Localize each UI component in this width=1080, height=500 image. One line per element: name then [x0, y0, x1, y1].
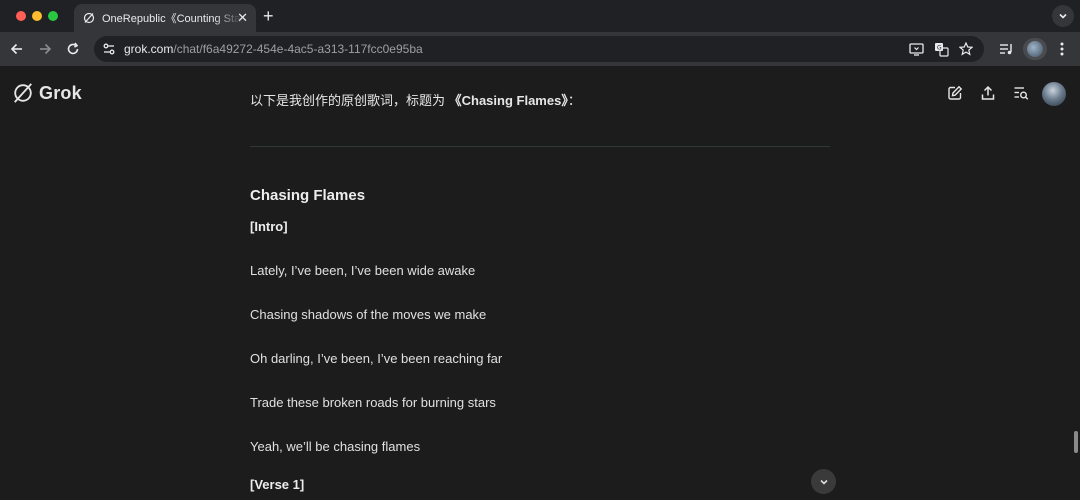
song-title: Chasing Flames — [250, 187, 366, 204]
new-tab-button[interactable]: + — [263, 6, 274, 26]
intro-title: 《Chasing Flames》 — [448, 93, 568, 108]
kebab-menu-icon[interactable] — [1054, 41, 1070, 57]
intro-prefix: 以下是我创作的原创歌词，标题为 — [250, 93, 449, 108]
url-text[interactable]: grok.com/chat/f6a49272-454e-4ac5-a313-11… — [124, 42, 423, 56]
lyric-line: Oh darling, I’ve been, I’ve been reachin… — [250, 351, 503, 366]
section-label-intro: [Intro] — [250, 219, 288, 234]
user-avatar[interactable] — [1042, 82, 1066, 106]
back-button[interactable] — [8, 40, 26, 58]
grok-logo[interactable]: Grok — [12, 82, 82, 104]
close-tab-icon[interactable]: ✕ — [237, 10, 248, 26]
share-icon[interactable] — [979, 84, 997, 102]
media-controls-icon[interactable] — [998, 41, 1014, 57]
tab-title: OneRepublic《Counting Stars》 — [102, 13, 242, 25]
install-app-icon[interactable] — [908, 41, 924, 57]
scroll-to-bottom-button[interactable] — [811, 469, 836, 494]
section-label-verse-1: [Verse 1] — [250, 477, 305, 492]
reload-button[interactable] — [64, 40, 82, 58]
reload-icon — [67, 42, 79, 55]
intro-text: 以下是我创作的原创歌词，标题为 《Chasing Flames》： — [250, 90, 581, 109]
tune-icon[interactable] — [102, 42, 116, 56]
tab-strip: OneRepublic《Counting Stars》 ✕ + — [0, 0, 1080, 32]
grok-page: Grok 以下是我创作的原创歌词，标题为 《Chasing Flames》： C… — [0, 66, 1080, 500]
chevron-down-icon — [1059, 13, 1067, 19]
profile-avatar — [1027, 41, 1043, 57]
close-window-button[interactable] — [16, 11, 26, 21]
maximize-window-button[interactable] — [48, 11, 58, 21]
grok-icon — [14, 83, 32, 103]
grok-icon — [82, 11, 96, 25]
arrow-left-icon — [10, 43, 22, 55]
url-path: /chat/f6a49272-454e-4ac5-a313-117fcc0e95… — [173, 42, 423, 56]
divider — [250, 146, 830, 147]
url-host: grok.com — [124, 42, 174, 56]
browser-tab[interactable]: OneRepublic《Counting Stars》 ✕ — [74, 4, 256, 32]
minimize-window-button[interactable] — [32, 11, 42, 21]
chevron-down-icon — [819, 479, 828, 485]
lyric-line: Trade these broken roads for burning sta… — [250, 395, 496, 410]
star-icon[interactable] — [958, 41, 974, 57]
lyric-line: Lately, I’ve been, I’ve been wide awake — [250, 263, 476, 278]
browser-toolbar: grok.com/chat/f6a49272-454e-4ac5-a313-11… — [0, 32, 1080, 66]
forward-button[interactable] — [36, 40, 54, 58]
tab-search-button[interactable] — [1052, 5, 1074, 27]
svg-text:G: G — [937, 44, 942, 51]
profile-button[interactable] — [1023, 38, 1047, 60]
edit-icon[interactable] — [946, 84, 964, 102]
lyric-line: Yeah, we’ll be chasing flames — [250, 439, 421, 454]
address-bar[interactable]: grok.com/chat/f6a49272-454e-4ac5-a313-11… — [94, 36, 984, 62]
arrow-right-icon — [40, 43, 52, 55]
lyric-line: Chasing shadows of the moves we make — [250, 307, 487, 322]
history-icon[interactable] — [1012, 84, 1030, 102]
translate-icon[interactable]: G — [933, 41, 949, 57]
scrollbar-thumb[interactable] — [1074, 431, 1078, 453]
intro-suffix: ： — [567, 93, 581, 108]
logo-text: Grok — [39, 82, 82, 103]
